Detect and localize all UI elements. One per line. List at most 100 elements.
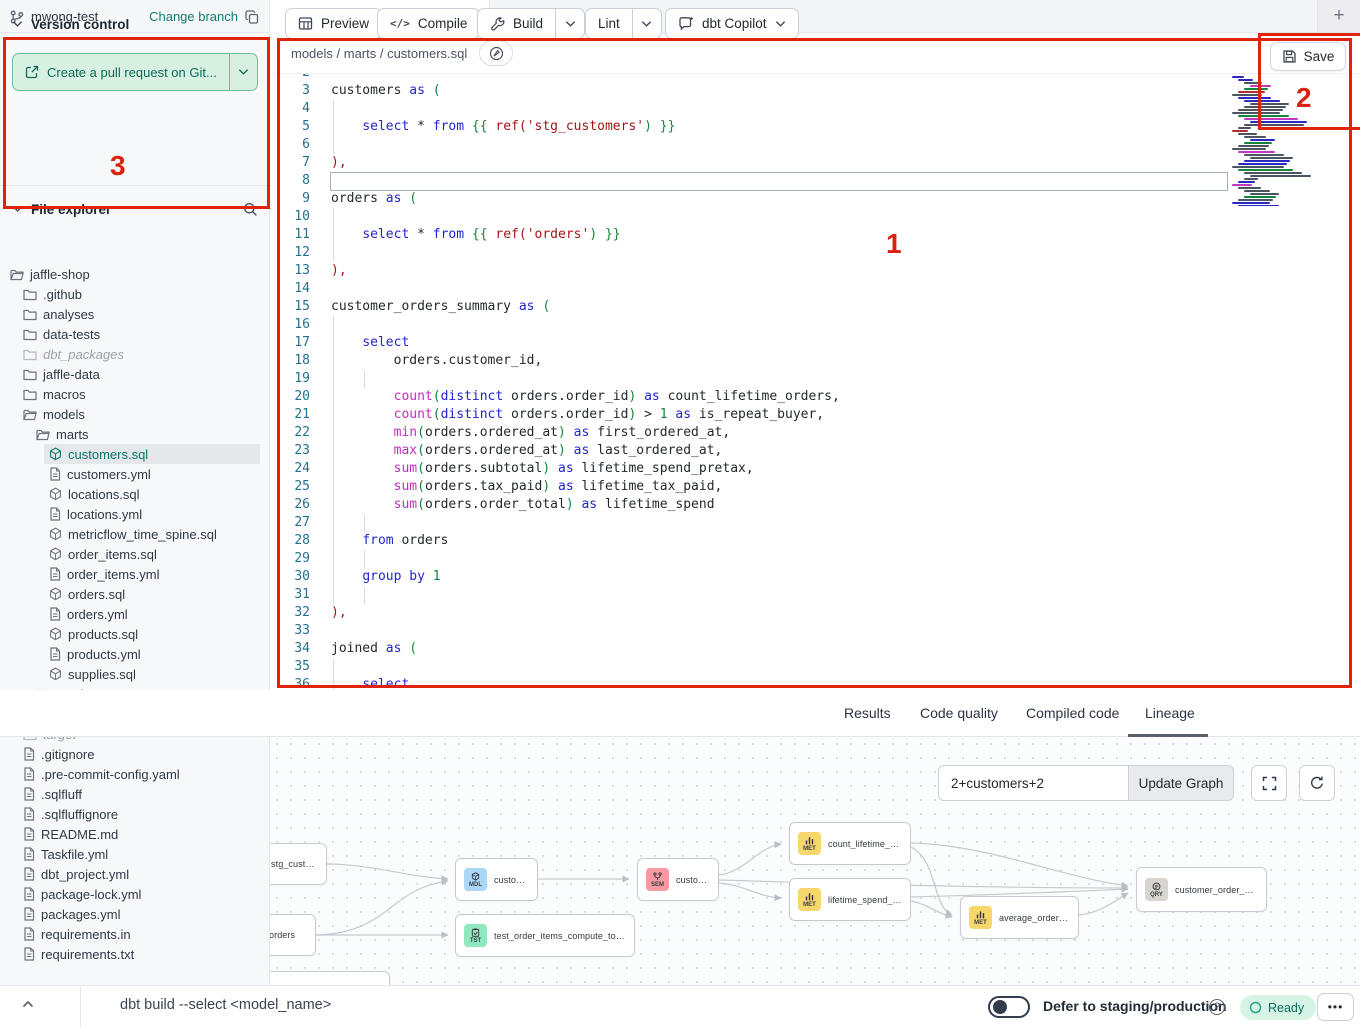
file-item-orders.sql[interactable]: orders.sql [44, 584, 260, 604]
indent-guide [333, 316, 334, 334]
file-item-label: marts [56, 427, 89, 442]
lineage-node-customers[interactable]: MDLcustomers [455, 858, 538, 901]
line-number: 25 [270, 478, 310, 496]
lineage-node-average_order_value[interactable]: METaverage_order_value [960, 896, 1079, 939]
file-item-label: .pre-commit-config.yaml [41, 767, 180, 782]
tab-lineage[interactable]: Lineage [1145, 690, 1195, 736]
file-item-marts[interactable]: marts [31, 424, 260, 444]
file-item-data-tests[interactable]: data-tests [18, 324, 260, 344]
save-button[interactable]: Save [1270, 42, 1346, 71]
status-badge[interactable]: Ready [1240, 995, 1316, 1020]
line-number: 17 [270, 334, 310, 352]
update-graph-button[interactable]: Update Graph [1128, 765, 1234, 801]
toggle-knob [993, 1000, 1007, 1014]
file-item-requirements.txt[interactable]: requirements.txt [18, 944, 260, 964]
refresh-icon[interactable] [1299, 765, 1335, 801]
lineage-node-customers[interactable]: SEMcustomers [637, 858, 719, 901]
collapse-chevron-icon[interactable] [22, 1000, 34, 1008]
compile-button[interactable]: </>Compile [377, 8, 480, 39]
file-item-.github[interactable]: .github [18, 284, 260, 304]
preview-button[interactable]: Preview [285, 8, 382, 39]
minimap-line [1250, 121, 1307, 123]
file-item-metricflow_time_spine.sql[interactable]: metricflow_time_spine.sql [44, 524, 260, 544]
file-item-supplies.sql[interactable]: supplies.sql [44, 664, 260, 684]
doc-icon [23, 807, 35, 821]
file-item-order_items.yml[interactable]: order_items.yml [44, 564, 260, 584]
lineage-node-stg_customers[interactable]: MDLstg_customers [270, 843, 327, 885]
file-item-.sqlfluff[interactable]: .sqlfluff [18, 784, 260, 804]
dbt-copilot-button[interactable]: dbt Copilot [665, 8, 799, 39]
code-line: sum(orders.subtotal) as lifetime_spend_p… [331, 460, 754, 478]
lineage-node-customer_order_metrics[interactable]: QRYcustomer_order_metrics [1136, 867, 1267, 912]
file-item-.pre-commit-config.yaml[interactable]: .pre-commit-config.yaml [18, 764, 260, 784]
copilot-icon[interactable] [479, 40, 513, 66]
more-options-button[interactable]: ••• [1317, 993, 1354, 1021]
editor-minimap[interactable] [1232, 76, 1316, 206]
tab-results[interactable]: Results [844, 690, 891, 736]
help-icon[interactable]: ? [1209, 999, 1225, 1015]
file-item-macros[interactable]: macros [18, 384, 260, 404]
indent-guide [364, 550, 365, 568]
file-item-.sqlfluffignore[interactable]: .sqlfluffignore [18, 804, 260, 824]
version-control-section[interactable]: Version control [0, 8, 270, 40]
file-item-locations.sql[interactable]: locations.sql [44, 484, 260, 504]
minimap-line [1244, 190, 1270, 192]
file-explorer-section[interactable]: File explorer [0, 193, 270, 225]
minimap-line [1238, 199, 1273, 201]
file-item-dbt_packages[interactable]: dbt_packages [18, 344, 260, 364]
lineage-node-label: count_lifetime_orders [828, 839, 902, 849]
file-item-products.sql[interactable]: products.sql [44, 624, 260, 644]
search-icon[interactable] [243, 202, 258, 217]
file-item-label: locations.yml [67, 507, 142, 522]
lineage-node-orders[interactable]: MDLorders [270, 914, 316, 956]
fullscreen-icon[interactable] [1251, 765, 1287, 801]
file-item-README.md[interactable]: README.md [18, 824, 260, 844]
chevron-down-icon[interactable] [230, 54, 257, 90]
defer-toggle[interactable] [988, 996, 1030, 1018]
file-item-Taskfile.yml[interactable]: Taskfile.yml [18, 844, 260, 864]
file-item-label: data-tests [43, 327, 100, 342]
lint-dropdown-chevron-icon[interactable] [632, 9, 661, 38]
minimap-line [1232, 166, 1284, 168]
build-dropdown-chevron-icon[interactable] [555, 9, 584, 38]
file-item-orders.yml[interactable]: orders.yml [44, 604, 260, 624]
doc-icon [23, 907, 35, 921]
file-item-products.yml[interactable]: products.yml [44, 644, 260, 664]
lineage-node-count_lifetime_orders[interactable]: METcount_lifetime_orders [789, 822, 911, 865]
minimap-line [1244, 160, 1290, 162]
file-item-dbt_project.yml[interactable]: dbt_project.yml [18, 864, 260, 884]
file-item-analyses[interactable]: analyses [18, 304, 260, 324]
file-item-customers.yml[interactable]: customers.yml [44, 464, 260, 484]
doc-icon [23, 927, 35, 941]
lineage-panel[interactable]: MDLstg_customers MDLorders MDLcustomers TST… [270, 737, 1360, 985]
tab-compiled-code[interactable]: Compiled code [1026, 690, 1119, 736]
file-item-package-lock.yml[interactable]: package-lock.yml [18, 884, 260, 904]
line-number: 18 [270, 352, 310, 370]
file-item-.gitignore[interactable]: .gitignore [18, 744, 260, 764]
lineage-node-test_order_items_compute_to_bools...[interactable]: TSTtest_order_items_compute_to_bools... [455, 914, 635, 957]
file-item-jaffle-shop[interactable]: jaffle-shop [5, 264, 260, 284]
file-item-order_items.sql[interactable]: order_items.sql [44, 544, 260, 564]
lineage-node-partial[interactable] [270, 971, 390, 985]
lineage-node-lifetime_spend_pretax[interactable]: METlifetime_spend_pretax [789, 878, 911, 921]
tab-code-quality[interactable]: Code quality [920, 690, 998, 736]
lineage-selector-input[interactable] [938, 765, 1128, 801]
file-item-packages.yml[interactable]: packages.yml [18, 904, 260, 924]
file-item-models[interactable]: models [18, 404, 260, 424]
lint-button[interactable]: Lint [585, 8, 662, 39]
file-item-jaffle-data[interactable]: jaffle-data [18, 364, 260, 384]
file-item-locations.yml[interactable]: locations.yml [44, 504, 260, 524]
code-editor[interactable]: 23customers as (45 select * from {{ ref(… [270, 74, 1360, 690]
file-item-label: jaffle-data [43, 367, 100, 382]
dbt-copilot-label: dbt Copilot [702, 16, 767, 31]
create-pull-request-button[interactable]: Create a pull request on Git... [12, 53, 258, 91]
wrench-icon [490, 16, 505, 31]
new-tab-button[interactable]: + [1317, 0, 1360, 33]
file-item-customers.sql[interactable]: customers.sql [44, 444, 260, 464]
minimap-line [1244, 106, 1286, 108]
file-item-requirements.in[interactable]: requirements.in [18, 924, 260, 944]
met-badge: MET [798, 888, 821, 911]
build-button[interactable]: Build [477, 8, 585, 39]
lineage-node-label: customers [494, 875, 529, 885]
line-number: 30 [270, 568, 310, 586]
